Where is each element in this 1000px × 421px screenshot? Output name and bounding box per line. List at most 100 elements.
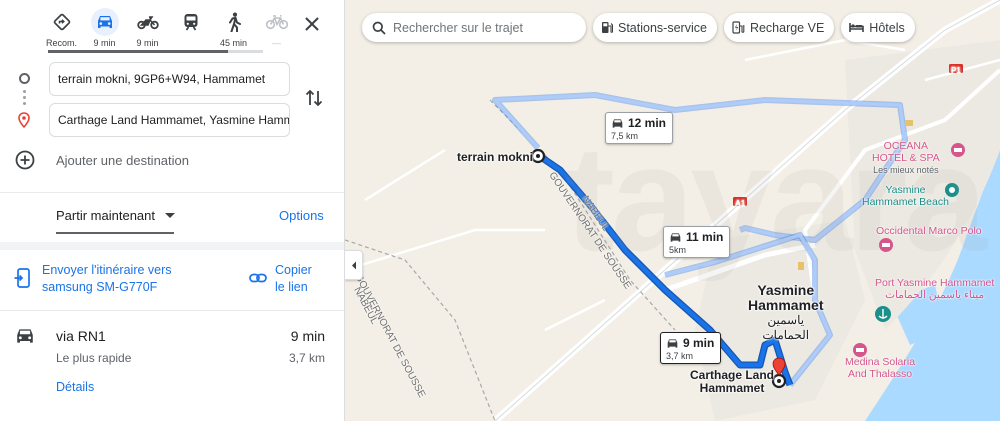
- send-to-device-line1: Envoyer l'itinéraire vers: [42, 263, 172, 277]
- p1-label: P1: [951, 66, 961, 75]
- options-button[interactable]: Options: [279, 208, 324, 223]
- mode-motorcycle[interactable]: 9 min: [126, 8, 169, 52]
- car-icon: [670, 232, 681, 242]
- search-input[interactable]: [393, 20, 573, 35]
- divider: [0, 192, 344, 193]
- origin-marker-dot: [536, 154, 540, 158]
- depart-time-dropdown[interactable]: Partir maintenant: [56, 208, 175, 223]
- chevron-left-icon: [351, 261, 356, 269]
- depart-time-label: Partir maintenant: [56, 208, 155, 223]
- copy-link-button[interactable]: Copier le lien: [249, 262, 312, 296]
- mode-transit[interactable]: [169, 8, 212, 52]
- road-marker: [905, 120, 913, 126]
- route-dots-icon: [23, 90, 26, 110]
- bubble-time: 12 min: [628, 116, 667, 130]
- bubble-distance: 5km: [669, 245, 687, 255]
- send-to-device-button[interactable]: Envoyer l'itinéraire vers samsung SM-G77…: [14, 262, 229, 296]
- chip-hotels[interactable]: Hôtels: [841, 13, 915, 42]
- route-distance: 3,7 km: [288, 351, 325, 365]
- medina-solaria-label[interactable]: Medina Solaria And Thalasso: [845, 356, 915, 380]
- bubble-time: 11 min: [686, 230, 724, 244]
- route-details-link[interactable]: Détails: [56, 380, 94, 394]
- search-along-route[interactable]: [362, 13, 586, 42]
- beach-icon-dot: [949, 187, 955, 193]
- port-line1: Port Yasmine Hammamet: [875, 277, 995, 289]
- mode-car[interactable]: 9 min: [83, 8, 126, 52]
- close-directions-button[interactable]: [300, 12, 324, 36]
- mode-bike[interactable]: —: [255, 8, 298, 52]
- mode-walk[interactable]: 45 min: [212, 8, 255, 52]
- chip-gas-stations-label: Stations-service: [618, 20, 707, 35]
- oceana-sub: Les mieux notés: [873, 165, 939, 175]
- occidental-hotel-label[interactable]: Occidental Marco Polo: [876, 225, 982, 237]
- road-marker: [798, 262, 804, 270]
- swap-waypoints-button[interactable]: [302, 86, 326, 110]
- port-line2: ميناء ياسمين الحمامات: [885, 289, 985, 301]
- oceana-line1: OCEANA: [883, 140, 929, 152]
- route-bubble-12min[interactable]: 12 min 7,5 km: [605, 112, 674, 144]
- mode-selection-track: [48, 50, 263, 53]
- add-destination-label: Ajouter une destination: [56, 152, 189, 168]
- destination-place-label[interactable]: Carthage Land Hammamet: [690, 369, 774, 395]
- beach-line1: Yasmine: [885, 184, 926, 196]
- route-option[interactable]: via RN1 9 min Le plus rapide 3,7 km Déta…: [0, 318, 344, 418]
- origin-circle-icon: [19, 73, 30, 84]
- medina-line2: And Thalasso: [848, 368, 913, 380]
- mode-recommended-label: Recom.: [45, 38, 77, 48]
- route-subtitle: Le plus rapide: [56, 351, 132, 365]
- yasmine-label-line1: Yasmine: [757, 282, 815, 298]
- car-icon: [612, 118, 623, 128]
- bed-icon: [849, 22, 865, 33]
- ev-charging-icon: [732, 21, 745, 34]
- yasmine-beach-label[interactable]: Yasmine Hammamet Beach: [862, 184, 949, 208]
- beach-line2: Hammamet Beach: [862, 196, 949, 208]
- mode-recommended[interactable]: Recom.: [40, 8, 83, 52]
- destination-marker-dot: [777, 379, 781, 383]
- route-bubble-9min[interactable]: 9 min 3,7 km: [660, 332, 722, 364]
- copy-link-line1: Copier: [275, 263, 312, 277]
- bubble-distance: 3,7 km: [666, 351, 694, 361]
- collapse-panel-button[interactable]: [345, 250, 363, 280]
- destination-input[interactable]: Carthage Land Hammamet, Yasmine Hammamet: [49, 103, 290, 137]
- chip-gas-stations[interactable]: Stations-service: [593, 13, 717, 42]
- origin-place-label[interactable]: terrain mokni: [457, 150, 533, 164]
- bicycle-icon: [263, 8, 291, 36]
- destination-pin-icon: [18, 112, 30, 133]
- yasmine-hammamet-label: Yasmine Hammamet ياسمين الحمامات: [748, 283, 823, 343]
- send-to-phone-icon: [14, 268, 30, 288]
- close-icon: [305, 17, 319, 31]
- hotel-icon-bed: [954, 148, 962, 152]
- mode-bike-label: —: [272, 38, 281, 48]
- divider: [0, 310, 344, 311]
- port-yasmine-label[interactable]: Port Yasmine Hammamet ميناء ياسمين الحما…: [875, 277, 994, 301]
- walking-icon: [220, 8, 248, 36]
- oceana-hotel-label[interactable]: OCEANA HOTEL & SPA Les mieux notés: [872, 140, 940, 176]
- travel-mode-bar: Recom. 9 min 9 min 45 min —: [40, 8, 300, 52]
- car-icon: [17, 329, 33, 343]
- yasmine-label-ar2: الحمامات: [762, 328, 810, 342]
- origin-input[interactable]: terrain mokni, 9GP6+W94, Hammamet: [49, 62, 290, 96]
- motorcycle-icon: [134, 8, 162, 36]
- mode-motorcycle-label: 9 min: [136, 38, 159, 48]
- directions-panel: Recom. 9 min 9 min 45 min — terrain mokn…: [0, 0, 345, 421]
- route-duration: 9 min: [290, 328, 325, 344]
- section-separator: [0, 242, 344, 250]
- depart-underline: [56, 232, 174, 234]
- copy-link-line2: le lien: [275, 280, 308, 294]
- map-canvas[interactable]: tayara A1 P1 GOUVERNORAT DE SOUSSE NABEU…: [345, 0, 1000, 421]
- mode-car-label: 9 min: [93, 38, 116, 48]
- send-to-device-line2: samsung SM-G770F: [42, 280, 158, 294]
- add-circle-icon: [15, 150, 35, 170]
- chip-hotels-label: Hôtels: [869, 20, 905, 35]
- chip-ev-charging[interactable]: Recharge VE: [723, 13, 835, 42]
- route-bubble-11min[interactable]: 11 min 5km: [663, 226, 731, 258]
- route-via: via RN1: [56, 328, 106, 344]
- car-icon: [90, 8, 119, 36]
- train-icon: [177, 8, 205, 36]
- a1-label: A1: [735, 199, 746, 208]
- bubble-time: 9 min: [683, 336, 715, 350]
- map-search-bar: Stations-service Recharge VE Hôtels: [362, 13, 915, 42]
- add-destination-button[interactable]: Ajouter une destination: [14, 149, 189, 171]
- app-root: Recom. 9 min 9 min 45 min — terrain mokn…: [0, 0, 1000, 421]
- yasmine-label-line2: Hammamet: [748, 297, 824, 313]
